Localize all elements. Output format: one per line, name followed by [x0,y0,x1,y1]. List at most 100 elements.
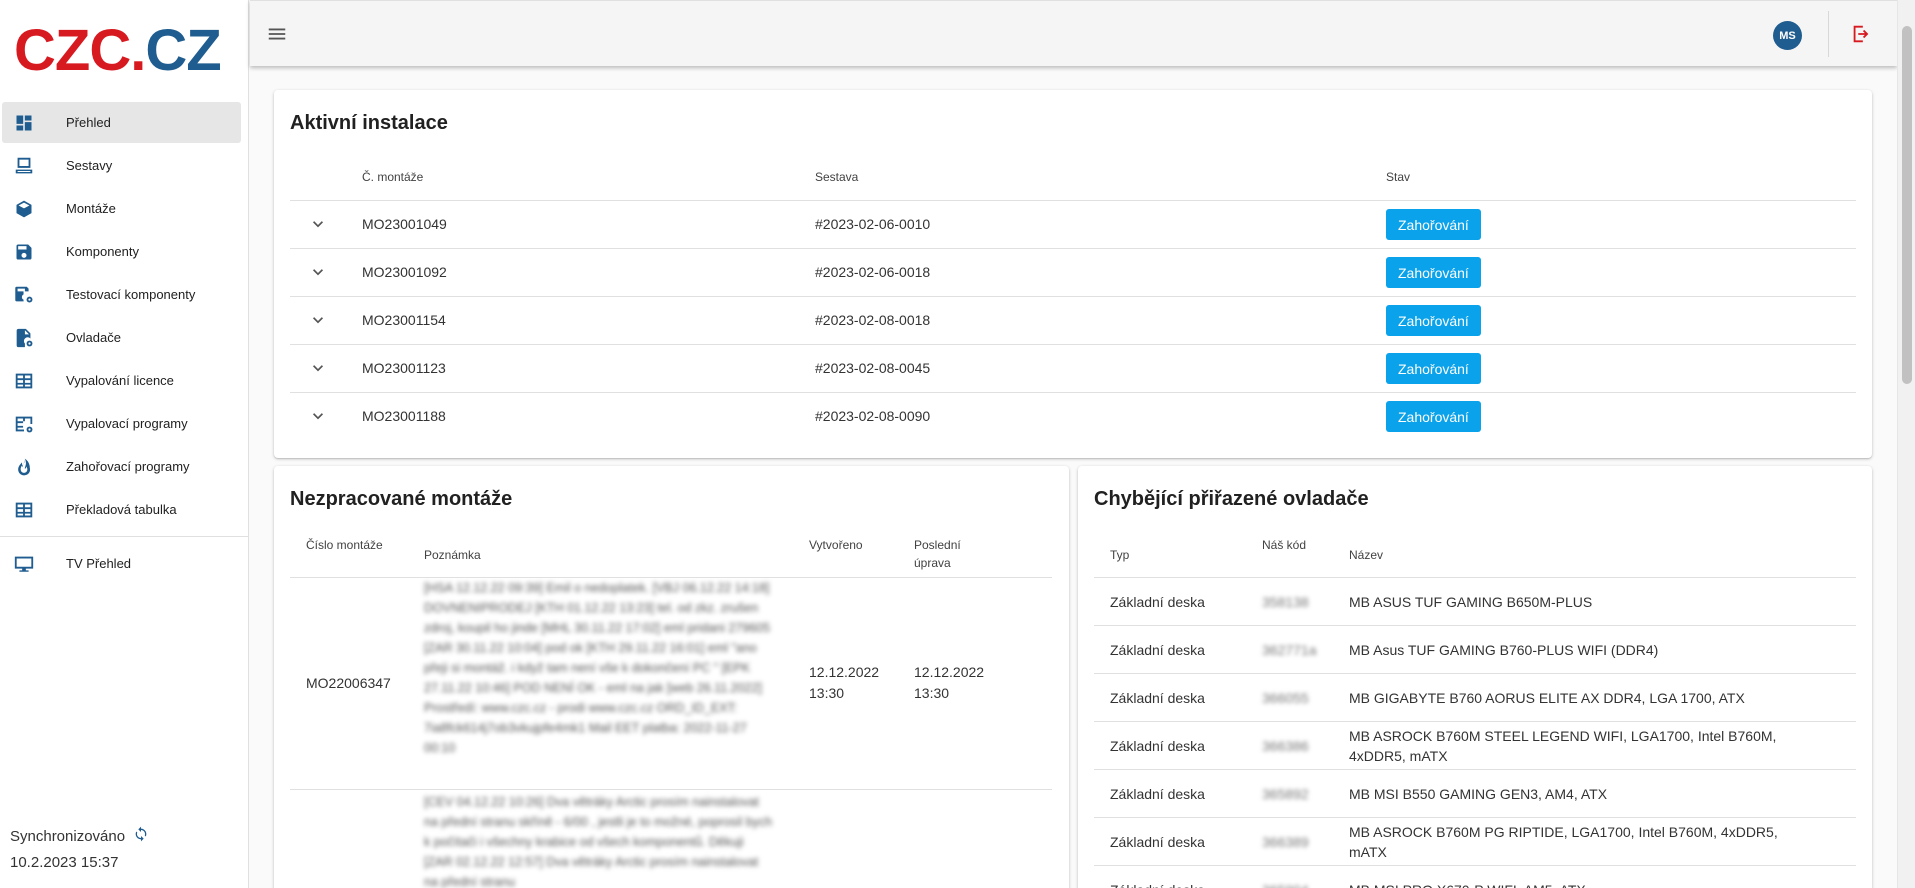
sync-label: Synchronizováno [10,827,126,845]
install-id: MO23001154 [362,312,446,328]
assembly-created: 12.12.2022 13:30 [809,664,880,701]
driver-type: Základní deska [1110,834,1205,850]
page-scrollbar[interactable] [1897,0,1915,888]
table-row[interactable]: Základní deska 365892 MB MSI B550 GAMING… [1094,769,1856,817]
sync-status: Synchronizováno 10.2.2023 15:37 [10,826,149,871]
driver-code: 365892 [1262,786,1309,802]
file-settings-icon [12,326,36,350]
chevron-down-icon[interactable] [308,310,328,330]
table-row[interactable]: MO23001188 #2023-02-08-0090 Zahořování [290,392,1856,440]
col-header-created: Vytvořeno [809,538,863,552]
install-set: #2023-02-06-0018 [815,264,931,280]
sidebar-item-label: Překladová tabulka [66,502,177,517]
sidebar-item-vypalovani-licence[interactable]: Vypalování licence [2,360,241,401]
table-row[interactable]: MO23001154 #2023-02-08-0018 Zahořování [290,296,1856,344]
col-header-note: Poznámka [424,548,481,562]
sidebar-item-label: Komponenty [66,244,139,259]
sidebar-item-tv-prehled[interactable]: TV Přehled [2,543,241,584]
sidebar-item-vypalovaci-programy[interactable]: Vypalovací programy [2,403,241,444]
sidebar-item-label: Zahořovací programy [66,459,190,474]
install-id: MO23001123 [362,360,446,376]
sidebar-item-komponenty[interactable]: Komponenty [2,231,241,272]
sidebar-item-prehled[interactable]: Přehled [2,102,241,143]
install-set: #2023-02-06-0010 [815,216,931,232]
sync-icon[interactable] [133,826,149,846]
logo-dot: . [130,18,146,83]
table-row[interactable]: Základní deska 366389 MB ASROCK B760M PG… [1094,817,1856,865]
driver-code: 366055 [1262,690,1309,706]
install-set: #2023-02-08-0018 [815,312,931,328]
col-header-updated: Poslední úprava [914,538,961,570]
driver-type: Základní deska [1110,594,1205,610]
install-id: MO23001092 [362,264,447,280]
czc-logo[interactable]: CZC.CZ [14,22,222,80]
driver-code: 366386 [1262,738,1309,754]
table-row[interactable]: Základní deska 358138 MB ASUS TUF GAMING… [1094,577,1856,625]
install-set: #2023-02-08-0090 [815,408,931,424]
sidebar-item-label: Montáže [66,201,116,216]
table-row[interactable]: Základní deska 365904 MB MSI PRO X670-P … [1094,865,1856,888]
table-row[interactable]: MO23001049 #2023-02-06-0010 Zahořování [290,200,1856,248]
active-installs-title: Aktivní instalace [290,112,448,134]
status-button[interactable]: Zahořování [1386,209,1481,240]
status-button[interactable]: Zahořování [1386,401,1481,432]
settings-save-icon [12,283,36,307]
unprocessed-card: Nezpracované montáže Číslo montáže Pozná… [274,466,1069,888]
hamburger-icon[interactable] [266,23,290,45]
logo-cz: CZ [145,18,221,83]
table-row[interactable]: MO23001123 #2023-02-08-0045 Zahořování [290,344,1856,392]
sidebar-divider [0,536,249,537]
table-row[interactable]: MO22006347 [HSA 12.12.22 09:39] Emil o n… [274,578,1069,790]
chevron-down-icon[interactable] [308,214,328,234]
driver-type: Základní deska [1110,738,1205,754]
sidebar-item-sestavy[interactable]: Sestavy [2,145,241,186]
driver-name: MB MSI PRO X670-P WIFI, AM5, ATX [1349,880,1779,888]
driver-code: 365904 [1262,880,1309,888]
logout-icon[interactable] [1850,23,1874,47]
sidebar-item-label: TV Přehled [66,556,132,571]
status-button[interactable]: Zahořování [1386,353,1481,384]
install-id: MO23001049 [362,216,447,232]
driver-name: MB ASROCK B760M PG RIPTIDE, LGA1700, Int… [1349,824,1778,860]
chevron-down-icon[interactable] [308,262,328,282]
sidebar-item-label: Vypalovací programy [66,416,188,431]
box-icon [12,197,36,221]
missing-drivers-title: Chybějící přiřazené ovladače [1094,488,1369,510]
col-header-set: Sestava [815,170,859,184]
driver-name: MB ASUS TUF GAMING B650M-PLUS [1349,594,1593,610]
status-button[interactable]: Zahořování [1386,305,1481,336]
assembly-note: [CEV 04.12.22 10:26] Dva větráky Arctic … [424,795,773,888]
driver-name: MB MSI B550 GAMING GEN3, AM4, ATX [1349,786,1608,802]
assembly-updated: 12.12.2022 13:30 [914,664,985,701]
driver-code: 362771a [1262,642,1317,658]
install-set: #2023-02-08-0045 [815,360,931,376]
sidebar-item-testovaci-komponenty[interactable]: Testovací komponenty [2,274,241,315]
table-row[interactable]: Základní deska 362771a MB Asus TUF GAMIN… [1094,625,1856,673]
active-installs-card: Aktivní instalace Č. montáže Sestava Sta… [274,90,1872,458]
save-icon [12,240,36,264]
scrollbar-thumb[interactable] [1902,26,1912,384]
table-row[interactable]: Základní deska 366386 MB ASROCK B760M ST… [1094,721,1856,769]
chevron-down-icon[interactable] [308,358,328,378]
sidebar-item-prekladova-tabulka[interactable]: Překladová tabulka [2,489,241,530]
driver-name: MB GIGABYTE B760 AORUS ELITE AX DDR4, LG… [1349,690,1745,706]
table-row[interactable]: [CEV 04.12.22 10:26] Dva větráky Arctic … [274,790,1069,888]
sidebar-item-label: Ovladače [66,330,121,345]
driver-type: Základní deska [1110,690,1205,706]
unprocessed-title: Nezpracované montáže [290,488,513,510]
sidebar-item-label: Testovací komponenty [66,287,196,302]
sidebar-item-zahorovaci-programy[interactable]: Zahořovací programy [2,446,241,487]
sidebar-item-montaze[interactable]: Montáže [2,188,241,229]
logo-czc: CZC [14,18,131,83]
avatar[interactable]: MS [1773,21,1802,50]
driver-name: MB Asus TUF GAMING B760-PLUS WIFI (DDR4) [1349,642,1659,658]
col-header-name: Název [1349,548,1384,562]
table-row[interactable]: MO23001092 #2023-02-06-0018 Zahořování [290,248,1856,296]
table-row[interactable]: Základní deska 366055 MB GIGABYTE B760 A… [1094,673,1856,721]
status-button[interactable]: Zahořování [1386,257,1481,288]
chevron-down-icon[interactable] [308,406,328,426]
driver-code: 358138 [1262,594,1309,610]
col-header-code: Náš kód [1262,538,1307,552]
sidebar-item-label: Vypalování licence [66,373,174,388]
sidebar-item-ovladace[interactable]: Ovladače [2,317,241,358]
